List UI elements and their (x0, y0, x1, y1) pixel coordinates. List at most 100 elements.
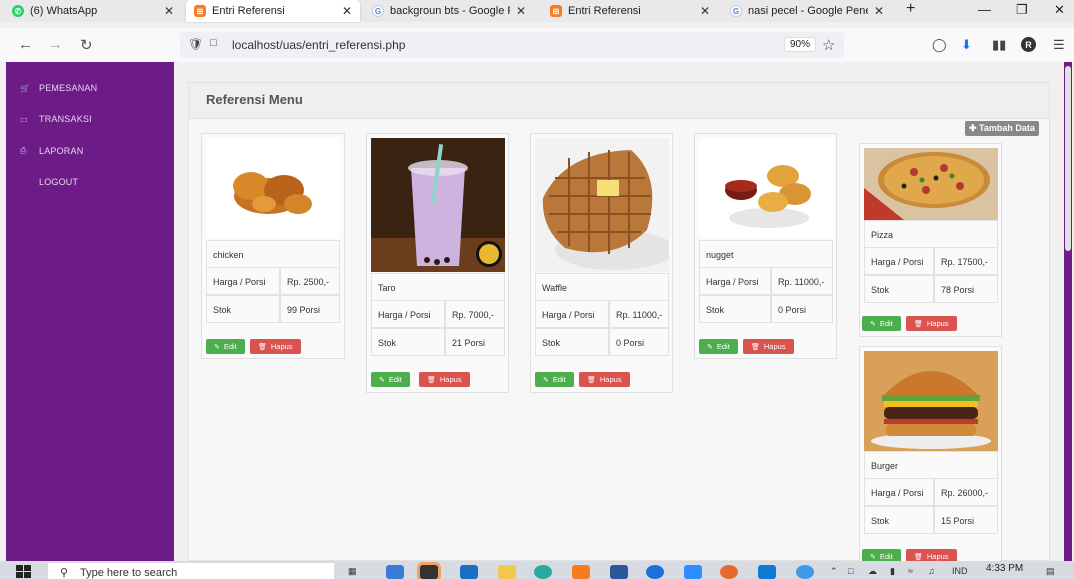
referensi-panel: Referensi Menu ✚ Tambah Data chicken Har… (188, 82, 1050, 561)
edit-button[interactable]: ✎ Edit (371, 372, 410, 387)
address-bar[interactable]: 🛡 □ localhost/uas/entri_referensi.php 90… (180, 32, 844, 58)
windows-start-icon[interactable] (16, 565, 32, 579)
edit-label: Edit (552, 375, 566, 384)
harga-label: Harga / Porsi (864, 247, 934, 275)
task-view-icon[interactable]: ▦ (348, 566, 357, 577)
xampp-icon: ⊞ (550, 5, 562, 17)
harga-label: Harga / Porsi (864, 478, 934, 506)
menu-name: chicken (206, 240, 340, 268)
terminal-taskbar-icon[interactable] (420, 565, 438, 579)
tambah-data-button[interactable]: ✚ Tambah Data (965, 121, 1039, 136)
burger-illustration (864, 351, 998, 451)
language-indicator[interactable]: IND (952, 566, 968, 576)
firefox-taskbar-icon[interactable] (720, 565, 738, 579)
harga-value: Rp. 17500,- (934, 247, 998, 275)
sidebar-item-transaksi[interactable]: ▭ TRANSAKSI (20, 114, 92, 124)
taskbar-clock[interactable]: 4:33 PM (986, 563, 1023, 574)
menu-name: Taro (371, 273, 505, 301)
taskbar-search-box[interactable]: ⚲ Type here to search (48, 563, 334, 579)
volume-icon[interactable]: ♫ (928, 566, 935, 576)
hapus-button[interactable]: 🗑 Hapus (419, 372, 470, 387)
edit-label: Edit (716, 342, 730, 351)
stok-row: Stok 21 Porsi (371, 328, 505, 356)
edit-button[interactable]: ✎ Edit (862, 549, 901, 561)
restore-icon[interactable]: ❐ (1016, 2, 1028, 18)
hapus-button[interactable]: 🗑 Hapus (906, 549, 957, 561)
window-close-icon[interactable]: ✕ (1054, 2, 1065, 18)
battery-icon[interactable]: ▮ (890, 566, 895, 577)
hamburger-menu-icon[interactable]: ☰ (1053, 37, 1065, 53)
edit-label: Edit (879, 319, 893, 328)
wifi-icon[interactable]: ≈ (908, 566, 913, 576)
sidebar-item-pemesanan[interactable]: 🛒 PEMESANAN (20, 83, 97, 93)
food-image-nugget (699, 138, 833, 238)
edit-button[interactable]: ✎ Edit (862, 316, 901, 331)
chrome-taskbar-icon[interactable] (646, 565, 664, 579)
reload-icon[interactable]: ↻ (80, 36, 93, 54)
trash-icon: 🗑 (587, 376, 596, 384)
close-icon[interactable]: ✕ (164, 4, 174, 18)
page-viewport: 🛒 PEMESANAN ▭ TRANSAKSI ⎙ LAPORAN LOGOUT… (6, 62, 1072, 561)
shield-icon[interactable]: 🛡 (188, 37, 203, 51)
hapus-button[interactable]: 🗑 Hapus (250, 339, 301, 354)
hapus-button[interactable]: 🗑 Hapus (743, 339, 794, 354)
close-icon[interactable]: ✕ (516, 4, 526, 18)
panel-header: Referensi Menu (189, 83, 1049, 119)
edit-button[interactable]: ✎ Edit (535, 372, 574, 387)
close-icon[interactable]: ✕ (342, 4, 352, 18)
url-text[interactable]: localhost/uas/entri_referensi.php (232, 38, 405, 52)
profile-avatar[interactable]: R (1021, 37, 1036, 52)
edge-taskbar-icon[interactable] (534, 565, 552, 579)
nugget-illustration (725, 165, 811, 228)
file-explorer-taskbar-icon[interactable] (498, 565, 516, 579)
trash-icon: 🗑 (258, 343, 267, 351)
tab-google-search-nasi-pecel[interactable]: G nasi pecel - Google Penelusur ✕ (722, 0, 892, 22)
trash-icon: 🗑 (751, 343, 760, 351)
zoom-level[interactable]: 90% (784, 37, 817, 52)
bookmark-star-icon[interactable]: ☆ (822, 36, 835, 54)
menu-name: nugget (699, 240, 833, 268)
minimize-icon[interactable]: — (978, 2, 991, 17)
edit-button[interactable]: ✎ Edit (206, 339, 245, 354)
mail-taskbar-icon[interactable] (460, 565, 478, 579)
vscode-taskbar-icon[interactable] (386, 565, 404, 579)
harga-row: Harga / Porsi Rp. 7000,- (371, 300, 505, 328)
app-taskbar-icon[interactable] (796, 565, 814, 579)
word-taskbar-icon[interactable] (610, 565, 628, 579)
hapus-button[interactable]: 🗑 Hapus (579, 372, 630, 387)
library-icon[interactable]: ▮▮ (992, 37, 1006, 53)
xampp-taskbar-icon[interactable] (572, 565, 590, 579)
notification-icon[interactable]: ▤ (1046, 566, 1055, 577)
new-tab-plus-icon[interactable]: + (906, 0, 915, 18)
pocket-icon[interactable]: ◯ (932, 37, 947, 53)
close-icon[interactable]: ✕ (874, 4, 884, 18)
harga-row: Harga / Porsi Rp. 26000,- (864, 478, 998, 506)
sidebar-item-laporan[interactable]: ⎙ LAPORAN (20, 146, 83, 156)
forward-arrow-icon[interactable]: → (48, 36, 63, 53)
sidebar-item-logout[interactable]: LOGOUT (20, 177, 78, 187)
trash-icon: 🗑 (914, 320, 923, 328)
tray-app-icon[interactable]: □ (848, 566, 853, 576)
sidebar: 🛒 PEMESANAN ▭ TRANSAKSI ⎙ LAPORAN LOGOUT (6, 62, 174, 561)
hapus-button[interactable]: 🗑 Hapus (906, 316, 957, 331)
search-icon: ⚲ (60, 567, 69, 579)
tab-title: nasi pecel - Google Penelusur (748, 5, 868, 17)
download-icon[interactable]: ⬇ (961, 37, 972, 53)
zoom-taskbar-icon[interactable] (684, 565, 702, 579)
tray-onedrive-icon[interactable]: ☁ (868, 566, 877, 577)
tab-entri-referensi[interactable]: ⊞ Entri Referensi ✕ (542, 0, 718, 22)
tray-chevron-icon[interactable]: ⌃ (830, 566, 838, 577)
tab-google-search-bts[interactable]: G backgroun bts - Google Pene ✕ (364, 0, 534, 22)
tab-entri-referensi-active[interactable]: ⊞ Entri Referensi ✕ (186, 0, 360, 22)
vscode-blue-taskbar-icon[interactable] (758, 565, 776, 579)
page-info-icon[interactable]: □ (210, 37, 217, 49)
sidebar-item-label: TRANSAKSI (39, 114, 92, 124)
close-icon[interactable]: ✕ (700, 4, 710, 18)
page-scrollbar[interactable] (1064, 62, 1072, 561)
stok-label: Stok (535, 328, 609, 356)
scrollbar-thumb[interactable] (1065, 66, 1071, 251)
taro-drink-illustration (371, 138, 505, 272)
back-arrow-icon[interactable]: ← (18, 36, 33, 53)
edit-button[interactable]: ✎ Edit (699, 339, 738, 354)
tab-whatsapp[interactable]: ✆ (6) WhatsApp ✕ (4, 0, 182, 22)
